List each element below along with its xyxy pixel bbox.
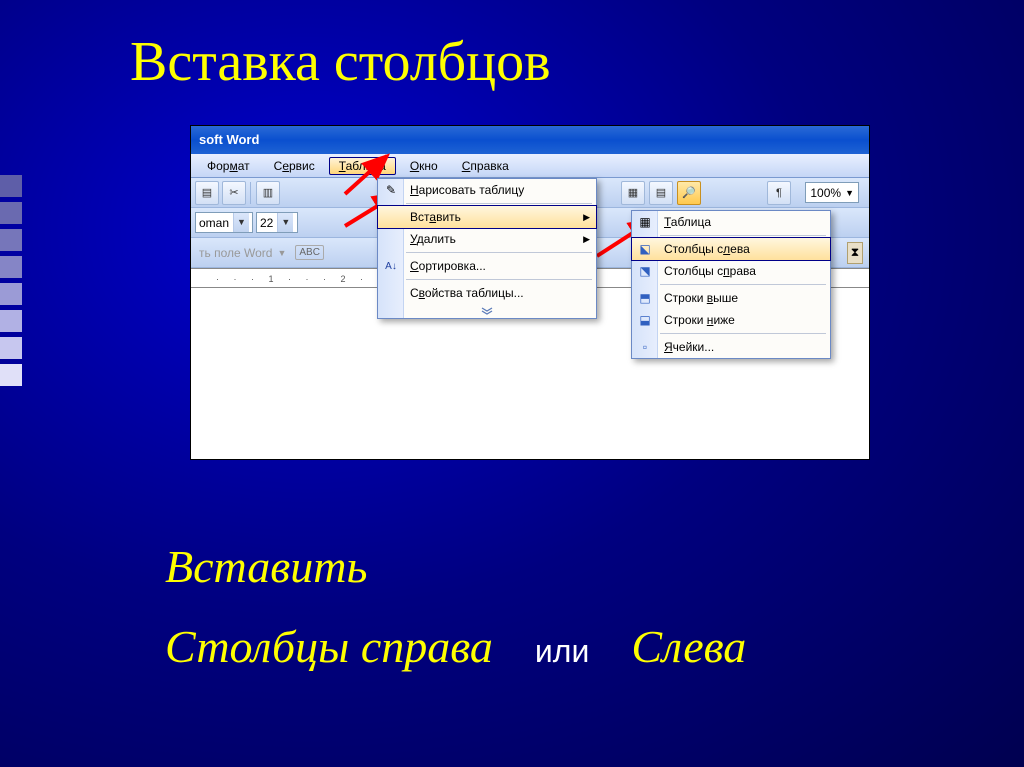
tb-button[interactable]: ▤ bbox=[195, 181, 219, 205]
row-above-icon: ⬒ bbox=[635, 289, 655, 307]
menu-item-insert[interactable]: Вставить ▶ bbox=[377, 205, 597, 229]
submenu-arrow-icon: ▶ bbox=[583, 234, 590, 245]
caption-insert: Вставить bbox=[165, 540, 367, 593]
tb-button[interactable]: ▥ bbox=[256, 181, 280, 205]
col-right-icon: ⬔ bbox=[635, 262, 655, 280]
sort-icon: А↓ bbox=[381, 257, 401, 275]
titlebar: soft Word bbox=[191, 126, 869, 154]
caption-left: Слева bbox=[631, 620, 746, 673]
submenu-item-cells[interactable]: ▫ Ячейки... bbox=[632, 336, 830, 358]
zoom-value: 100% bbox=[810, 186, 841, 200]
pencil-icon: ✎ bbox=[381, 181, 401, 199]
slide-side-squares bbox=[0, 175, 22, 386]
tb-button[interactable]: 🔎 bbox=[677, 181, 701, 205]
table-icon: ▦ bbox=[635, 213, 655, 231]
cells-icon: ▫ bbox=[635, 338, 655, 356]
menu-item-delete[interactable]: Удалить ▶ bbox=[378, 228, 596, 250]
menu-format[interactable]: Формат bbox=[197, 157, 260, 175]
menu-item-sort[interactable]: А↓ Сортировка... bbox=[378, 255, 596, 277]
menu-expand-chevron[interactable] bbox=[378, 304, 596, 318]
submenu-item-table[interactable]: ▦ Таблица bbox=[632, 211, 830, 233]
submenu-item-cols-left[interactable]: ⬕ Столбцы слева bbox=[631, 237, 831, 261]
tb-button[interactable]: ✂ bbox=[222, 181, 246, 205]
font-combo[interactable]: oman ▼ bbox=[195, 212, 253, 233]
dropdown-table: ✎ Нарисовать таблицу Вставить ▶ Удалить … bbox=[377, 178, 597, 319]
col-left-icon: ⬕ bbox=[635, 240, 655, 258]
menu-window[interactable]: Окно bbox=[400, 157, 448, 175]
word-screenshot: soft Word Формат Сервис Таблица Окно Спр… bbox=[190, 125, 870, 460]
merge-field-label: ть поле Word bbox=[195, 246, 272, 260]
menu-item-properties[interactable]: Свойства таблицы... bbox=[378, 282, 596, 304]
submenu-item-rows-above[interactable]: ⬒ Строки выше bbox=[632, 287, 830, 309]
menu-help[interactable]: Справка bbox=[452, 157, 519, 175]
tb-button[interactable]: ▦ bbox=[621, 181, 645, 205]
size-value: 22 bbox=[260, 216, 273, 230]
caption-or: или bbox=[535, 633, 589, 670]
submenu-item-rows-below[interactable]: ⬓ Строки ниже bbox=[632, 309, 830, 331]
menu-table[interactable]: Таблица bbox=[329, 157, 396, 175]
size-combo[interactable]: 22 ▼ bbox=[256, 212, 298, 233]
dropdown-insert: ▦ Таблица ⬕ Столбцы слева ⬔ Столбцы спра… bbox=[631, 210, 831, 359]
caption-columns: Столбцы справа или Слева bbox=[165, 620, 746, 673]
caption-right: Столбцы справа bbox=[165, 620, 493, 673]
tb-button[interactable]: ▤ bbox=[649, 181, 673, 205]
row-below-icon: ⬓ bbox=[635, 311, 655, 329]
zoom-combo[interactable]: 100% ▼ bbox=[805, 182, 859, 203]
font-value: oman bbox=[199, 216, 229, 230]
slide-title: Вставка столбцов bbox=[130, 30, 551, 94]
pilcrow-icon[interactable]: ¶ bbox=[767, 181, 791, 205]
menu-item-draw-table[interactable]: ✎ Нарисовать таблицу bbox=[378, 179, 596, 201]
submenu-arrow-icon: ▶ bbox=[583, 212, 590, 223]
menubar: Формат Сервис Таблица Окно Справка bbox=[191, 154, 869, 178]
menu-service[interactable]: Сервис bbox=[264, 157, 325, 175]
hourglass-icon: ⧗ bbox=[847, 242, 863, 264]
submenu-item-cols-right[interactable]: ⬔ Столбцы справа bbox=[632, 260, 830, 282]
